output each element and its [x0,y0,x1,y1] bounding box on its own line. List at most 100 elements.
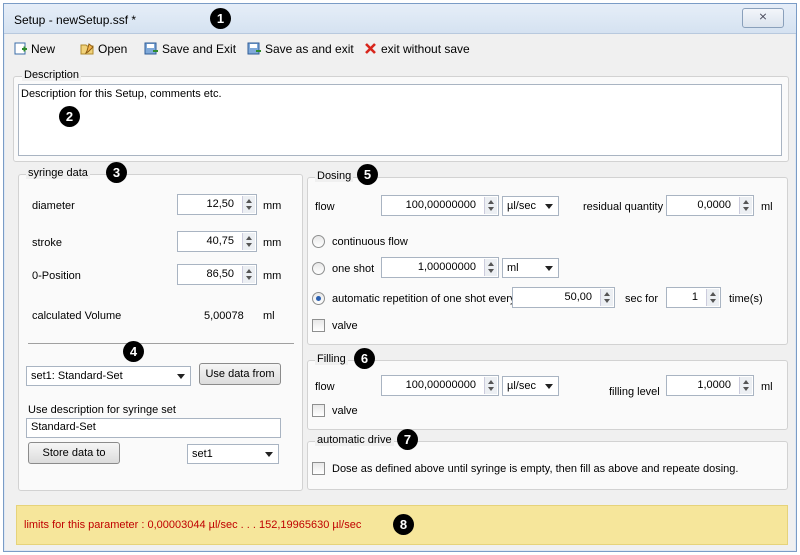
repetition-interval-value: 50,00 [564,291,592,303]
open-label: Open [98,42,128,56]
calculated-volume-label: calculated Volume [32,310,122,322]
zero-position-label: 0-Position [32,270,81,282]
store-data-to-button[interactable]: Store data to [28,442,120,464]
callout-marker-5: 5 [357,164,378,185]
sec-for-label: sec for [625,293,659,305]
filling-level-value: 1,0000 [697,379,731,391]
stroke-spinner[interactable] [242,233,255,250]
stroke-label: stroke [32,237,62,249]
callout-marker-1: 1 [210,8,231,29]
store-set-value: set1 [192,448,213,460]
stroke-unit: mm [263,237,282,249]
zero-position-unit: mm [263,270,282,282]
window-title: Setup - newSetup.ssf * [14,13,137,27]
callout-marker-7: 7 [397,429,418,450]
zero-position-input[interactable]: 86,50 [177,264,257,285]
calculated-volume-unit: ml [263,310,275,322]
zero-position-value: 86,50 [206,268,234,280]
dosing-flow-unit: µl/sec [507,200,536,212]
repetition-times-input[interactable]: 1 [666,287,721,308]
repetition-interval-input[interactable]: 50,00 [512,287,615,308]
times-label: time(s) [729,293,763,305]
one-shot-spinner[interactable] [484,259,497,276]
dosing-flow-input[interactable]: 100,00000000 [381,195,499,216]
dosing-flow-unit-select[interactable]: µl/sec [502,196,559,216]
one-shot-unit: ml [507,262,519,274]
one-shot-label: one shot [332,263,375,275]
open-button[interactable]: Open [80,40,127,58]
syringe-set-select[interactable]: set1: Standard-Set [26,366,191,386]
dosing-valve-checkbox[interactable] [312,319,325,332]
set-description-input[interactable]: Standard-Set [26,418,281,438]
save-and-exit-button[interactable]: Save and Exit [144,40,236,58]
dosing-flow-value: 100,00000000 [405,199,476,211]
chevron-down-icon [545,266,553,271]
callout-marker-2: 2 [59,106,80,127]
description-label: Description [22,69,82,81]
use-description-label: Use description for syringe set [28,404,176,416]
automatic-repetition-radio[interactable] [312,292,325,305]
filling-level-input[interactable]: 1,0000 [666,375,754,396]
one-shot-value: 1,00000000 [417,261,476,273]
exit-without-save-label: exit without save [381,42,470,56]
repetition-times-spinner[interactable] [706,289,719,306]
diameter-input[interactable]: 12,50 [177,194,257,215]
save-and-exit-label: Save and Exit [162,42,237,56]
dosing-valve-label: valve [332,320,358,332]
automatic-drive-label: automatic drive [315,434,394,446]
repetition-times-value: 1 [691,291,698,303]
callout-marker-8: 8 [393,514,414,535]
status-bar: limits for this parameter : 0,00003044 µ… [16,505,788,545]
store-set-select[interactable]: set1 [187,444,279,464]
description-textarea[interactable]: Description for this Setup, comments etc… [18,84,782,156]
diameter-label: diameter [32,200,75,212]
save-as-and-exit-button[interactable]: Save as and exit [247,40,354,58]
residual-quantity-value: 0,0000 [697,199,731,211]
dosing-label: Dosing [315,170,354,182]
filling-level-unit: ml [761,381,773,393]
continuous-flow-radio[interactable] [312,235,325,248]
new-label: New [31,42,56,56]
filling-flow-unit-select[interactable]: µl/sec [502,376,559,396]
one-shot-radio[interactable] [312,262,325,275]
residual-quantity-input[interactable]: 0,0000 [666,195,754,216]
use-data-from-button[interactable]: Use data from [199,363,281,385]
syringe-set-value: set1: Standard-Set [31,370,123,382]
one-shot-input[interactable]: 1,00000000 [381,257,499,278]
filling-flow-label: flow [315,381,335,393]
close-button[interactable]: ⨯ [742,8,784,28]
setup-window: Setup - newSetup.ssf * ⨯ 1 New Open Save… [3,3,797,552]
zero-position-spinner[interactable] [242,266,255,283]
filling-flow-spinner[interactable] [484,377,497,394]
diameter-spinner[interactable] [242,196,255,213]
residual-quantity-spinner[interactable] [739,197,752,214]
new-document-icon [14,42,27,55]
calculated-volume-value: 5,00078 [204,310,244,322]
callout-marker-3: 3 [106,162,127,183]
automatic-drive-check-label: Dose as defined above until syringe is e… [332,463,739,475]
parameter-limits-text: limits for this parameter : 0,00003044 µ… [24,519,362,531]
repetition-interval-spinner[interactable] [600,289,613,306]
save-as-disk-icon [247,42,261,55]
toolbar: New Open Save and Exit Save as and exit … [4,35,796,61]
residual-quantity-unit: ml [761,201,773,213]
filling-flow-unit: µl/sec [507,380,536,392]
title-bar: Setup - newSetup.ssf * ⨯ [4,4,796,34]
automatic-drive-checkbox[interactable] [312,462,325,475]
dosing-flow-label: flow [315,201,335,213]
open-folder-icon [80,43,94,55]
new-button[interactable]: New [13,40,55,58]
syringe-data-label: syringe data [26,167,90,179]
exit-without-save-button[interactable]: exit without save [363,40,470,58]
stroke-input[interactable]: 40,75 [177,231,257,252]
continuous-flow-label: continuous flow [332,236,408,248]
filling-flow-input[interactable]: 100,00000000 [381,375,499,396]
filling-valve-checkbox[interactable] [312,404,325,417]
dosing-flow-spinner[interactable] [484,197,497,214]
automatic-repetition-label: automatic repetition of one shot every [332,293,516,305]
filling-flow-value: 100,00000000 [405,379,476,391]
filling-level-spinner[interactable] [739,377,752,394]
one-shot-unit-select[interactable]: ml [502,258,559,278]
chevron-down-icon [265,452,273,457]
chevron-down-icon [545,204,553,209]
